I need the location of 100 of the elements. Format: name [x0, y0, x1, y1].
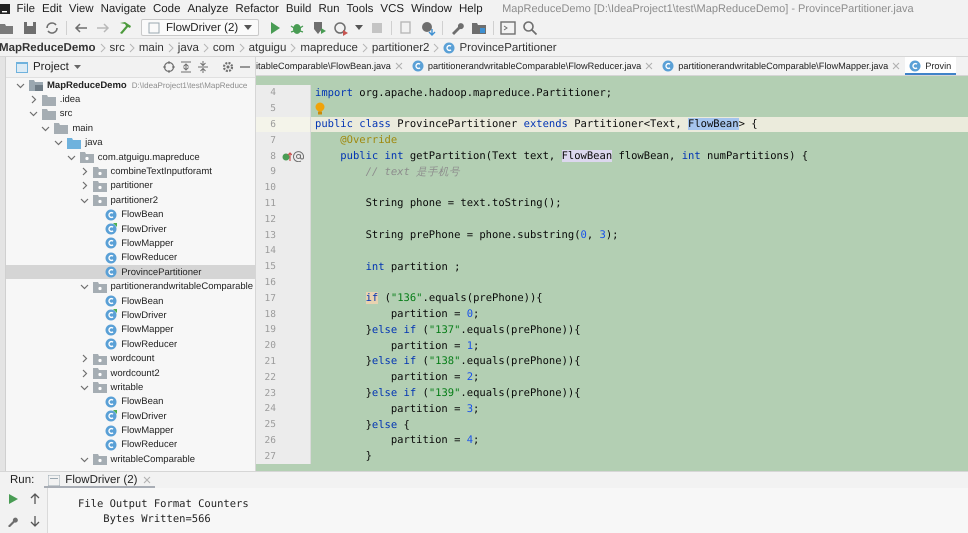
menu-item[interactable]: Window: [408, 2, 456, 14]
chevron-down-icon[interactable]: [66, 152, 76, 162]
tree-item[interactable]: partitioner: [6, 178, 255, 194]
chevron-down-icon[interactable]: [80, 196, 88, 205]
breadcrumb-item[interactable]: ProvincePartitioner: [443, 42, 557, 54]
runnable-class-icon: [105, 309, 118, 322]
chevron-down-icon[interactable]: [80, 454, 88, 464]
tree-item[interactable]: FlowBean: [6, 394, 255, 409]
menu-item[interactable]: Refactor: [232, 2, 282, 14]
line-number: 26: [264, 434, 276, 446]
class-icon: [105, 237, 118, 250]
tree-item[interactable]: partitioner2: [6, 193, 255, 208]
chevron-down-icon[interactable]: [80, 382, 88, 392]
tree-item[interactable]: com.atguigu.mapreduce: [6, 150, 255, 164]
breadcrumb-item[interactable]: partitioner2: [372, 42, 430, 54]
line-number: 6: [269, 118, 276, 130]
menu-item[interactable]: Edit: [38, 2, 66, 14]
tree-item[interactable]: FlowMapper: [6, 423, 255, 438]
implements-method-icon[interactable]: [282, 150, 292, 162]
class-icon: [105, 266, 118, 278]
chevron-down-icon[interactable]: [41, 124, 50, 133]
chevron-down-icon[interactable]: [16, 80, 25, 90]
editor-tab[interactable]: partitionerandwritableComparable\FlowReducer.java: [408, 57, 658, 75]
run-configuration-dropdown[interactable]: FlowDriver (2): [141, 19, 260, 36]
sync-icon[interactable]: [44, 20, 60, 36]
chevron-down-icon[interactable]: [54, 138, 64, 148]
menu-item[interactable]: File: [13, 2, 39, 14]
class-icon: [105, 438, 118, 451]
class-icon: [105, 295, 118, 308]
menu-item[interactable]: Help: [455, 2, 486, 14]
tree-item[interactable]: FlowDriver: [6, 408, 255, 424]
menu-item[interactable]: Tools: [343, 2, 377, 14]
chevron-right-icon[interactable]: [80, 181, 88, 190]
chevron-right-icon[interactable]: [80, 368, 88, 378]
tree-item[interactable]: main: [6, 121, 255, 136]
annotation-icon[interactable]: [293, 150, 304, 162]
code-line: public int getPartition(Text text, FlowBean flowBean, int numPartitions) {: [339, 150, 808, 162]
chevron-right-icon[interactable]: [80, 354, 88, 364]
collapse-all-icon[interactable]: [197, 61, 209, 73]
breadcrumb-item[interactable]: src: [110, 42, 125, 54]
menu-item[interactable]: Navigate: [97, 2, 150, 14]
breadcrumb-item[interactable]: main: [138, 42, 164, 54]
search-icon[interactable]: [522, 20, 538, 36]
tree-item[interactable]: FlowReducer: [6, 250, 255, 266]
menu-item[interactable]: Build: [282, 2, 315, 14]
tree-item[interactable]: java: [6, 136, 255, 150]
tree-item[interactable]: wordcount2: [6, 366, 255, 380]
breadcrumb-item[interactable]: mapreduce: [300, 42, 358, 54]
tree-item[interactable]: writable: [6, 380, 255, 395]
tree-item[interactable]: MapReduceDemo D:\IdeaProject1\test\MapReduce: [6, 78, 255, 92]
tree-item[interactable]: ProvincePartitioner: [6, 265, 255, 280]
tree-item[interactable]: FlowDriver: [6, 308, 255, 323]
package-folder-icon: [92, 280, 106, 293]
save-icon[interactable]: [22, 20, 38, 36]
chevron-down-icon[interactable]: [28, 109, 38, 118]
tree-item[interactable]: combineTextInputforamt: [6, 164, 255, 179]
tree-item[interactable]: src: [6, 106, 255, 122]
tree-item[interactable]: FlowBean: [6, 208, 255, 222]
editor-tab[interactable]: itableComparable\FlowBean.java: [256, 57, 408, 75]
tree-item[interactable]: FlowMapper: [6, 236, 255, 251]
chevron-right-icon[interactable]: [80, 167, 88, 176]
code-line: }else if ("137".equals(prePhone)){: [364, 324, 581, 336]
code-line: if ("136".equals(prePhone)){: [364, 292, 543, 304]
chevron-down-icon[interactable]: [80, 282, 88, 292]
run-tab[interactable]: FlowDriver (2): [44, 472, 154, 488]
tree-item[interactable]: .idea: [6, 92, 255, 107]
hammer-icon[interactable]: [117, 20, 133, 36]
breadcrumb-item[interactable]: MapReduceDemo: [0, 42, 96, 54]
editor-tab[interactable]: partitionerandwritableComparable\FlowMapper.java: [658, 57, 906, 75]
menu-item[interactable]: Run: [314, 2, 344, 14]
crosshair-icon[interactable]: [163, 61, 175, 73]
editor-tab[interactable]: Provin: [905, 57, 956, 75]
config-icon: [148, 22, 160, 34]
package-folder-icon: [80, 151, 94, 164]
tree-item[interactable]: writableComparable: [6, 452, 255, 467]
tree-item[interactable]: FlowMapper: [6, 322, 255, 338]
terminal-window-icon[interactable]: [500, 20, 516, 36]
expand-all-icon[interactable]: [180, 61, 192, 73]
chevron-right-icon[interactable]: [28, 95, 38, 104]
breadcrumb-item[interactable]: atguigu: [248, 42, 286, 54]
menu-item[interactable]: View: [65, 2, 98, 14]
settings-icon[interactable]: [222, 61, 234, 73]
tree-item[interactable]: FlowReducer: [6, 438, 255, 452]
menu-item[interactable]: Analyze: [184, 2, 232, 14]
menu-item[interactable]: VCS: [376, 2, 408, 14]
tree-item[interactable]: wordcount: [6, 351, 255, 366]
breadcrumb-item[interactable]: com: [212, 42, 235, 54]
shield-icon[interactable]: [311, 20, 328, 36]
tree-item[interactable]: FlowBean: [6, 294, 255, 308]
line-number: 9: [269, 166, 276, 178]
breadcrumb-item[interactable]: java: [178, 42, 199, 54]
caret-icon[interactable]: [355, 24, 364, 30]
line-number: 4: [269, 87, 276, 98]
line-number: 17: [264, 292, 276, 304]
menu-item[interactable]: Code: [149, 2, 184, 14]
tree-item[interactable]: FlowReducer: [6, 337, 255, 352]
tree-item[interactable]: partitionerandwritableComparable: [6, 279, 255, 294]
tree-item[interactable]: FlowDriver: [6, 222, 255, 236]
project-view-dropdown[interactable]: Project: [16, 61, 81, 73]
package-folder-icon: [92, 180, 106, 192]
